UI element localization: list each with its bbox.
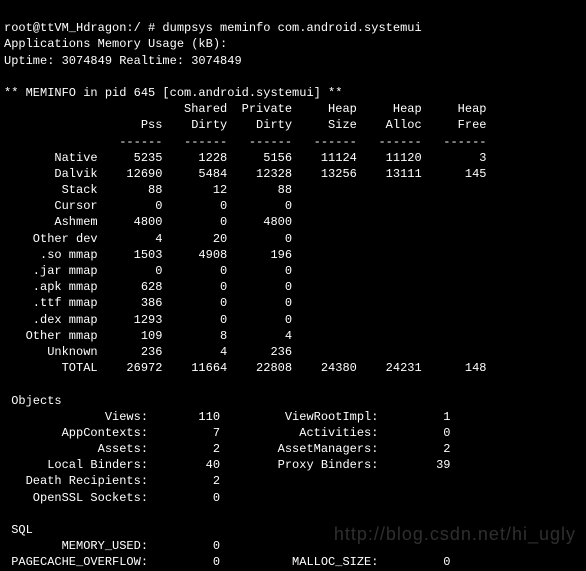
terminal-output: root@ttVM_Hdragon:/ # dumpsys meminfo co… — [4, 21, 486, 569]
watermark-text: http://blog.csdn.net/hi_ugly — [334, 522, 576, 546]
